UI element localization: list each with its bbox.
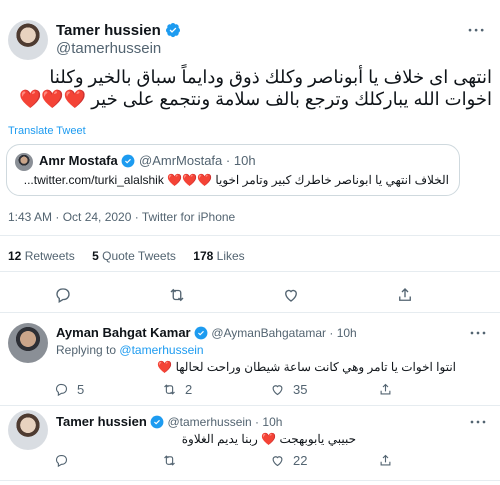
verified-badge-icon — [121, 154, 135, 171]
reply-header: Ayman Bahgat Kamar @AymanBahgatamar · 10… — [56, 325, 357, 343]
reply-time[interactable]: 10h — [262, 415, 282, 429]
tweet-timestamp[interactable]: 1:43 AM · Oct 24, 2020 · Twitter for iPh… — [8, 210, 235, 224]
reply-text: حبيبي يابوبهجت ❤️ ربنا يديم الغلاوة — [181, 432, 356, 446]
share-icon — [396, 286, 414, 304]
more-options-icon[interactable] — [470, 325, 486, 346]
heart-icon — [282, 286, 300, 304]
reply-button[interactable]: 5 — [54, 382, 84, 397]
verified-badge-icon — [150, 415, 164, 432]
like-button[interactable]: 35 — [270, 382, 307, 397]
reply-button[interactable] — [54, 453, 77, 468]
retweet-button[interactable]: 2 — [162, 382, 192, 397]
share-icon — [378, 453, 393, 468]
retweets-label: Retweets — [24, 249, 75, 263]
quoted-avatar — [15, 153, 33, 171]
author-name[interactable]: Tamer hussien — [56, 22, 161, 39]
separator-dot: · — [329, 326, 334, 340]
retweet-icon — [162, 453, 177, 468]
reply-handle[interactable]: @tamerhussein — [167, 415, 251, 429]
retweets-count: 12 — [8, 249, 22, 263]
like-count: 22 — [293, 453, 308, 468]
quoted-text: الخلاف انتهي يا ابوناصر خاطرك كبير وتامر… — [23, 173, 449, 187]
verified-badge-icon — [194, 326, 208, 343]
reply-icon — [54, 453, 69, 468]
separator-dot: · — [225, 153, 231, 168]
quoted-handle: @AmrMostafa — [139, 153, 223, 168]
reply-author-name[interactable]: Tamer hussien — [56, 414, 147, 429]
replying-to: Replying to @tamerhussein — [56, 343, 204, 357]
reply-count: 5 — [77, 382, 85, 397]
tweet-body: انتهى اى خلاف يا أبوناصر وكلك ذوق ودايما… — [49, 67, 492, 109]
reply-author-name[interactable]: Ayman Bahgat Kamar — [56, 325, 191, 340]
retweet-button[interactable] — [168, 286, 186, 304]
tweet-stats: 12 Retweets 5 Quote Tweets 178 Likes — [8, 249, 245, 263]
divider — [0, 271, 500, 272]
heart-icon — [270, 382, 285, 397]
share-icon — [378, 382, 393, 397]
reply-button[interactable] — [54, 286, 72, 304]
reply-icon — [54, 286, 72, 304]
replying-to-label: Replying to — [56, 343, 117, 357]
translate-tweet-link[interactable]: Translate Tweet — [8, 125, 86, 137]
more-options-icon[interactable] — [468, 22, 486, 45]
like-button[interactable]: 22 — [270, 453, 307, 468]
likes-count: 178 — [193, 249, 214, 263]
separator-dot: · — [255, 415, 260, 429]
retweet-count: 2 — [185, 382, 193, 397]
tweet-hearts: ❤️❤️❤️ — [18, 89, 87, 109]
retweet-button[interactable] — [162, 453, 185, 468]
like-button[interactable] — [282, 286, 300, 304]
author-avatar[interactable] — [8, 20, 48, 60]
reply-text: انتوا اخوات يا تامر وهي كانت ساعة شيطان … — [157, 360, 456, 374]
quoted-header: Amr Mostafa @AmrMostafa · 10h — [39, 153, 256, 171]
share-button[interactable] — [378, 453, 393, 468]
retweets-stat[interactable]: 12 Retweets — [8, 249, 78, 263]
share-button[interactable] — [378, 382, 393, 397]
more-options-icon[interactable] — [470, 414, 486, 435]
verified-badge-icon — [165, 22, 181, 43]
divider — [0, 480, 500, 481]
author-handle[interactable]: @tamerhussein — [56, 40, 161, 57]
replying-to-handle[interactable]: @tamerhussein — [119, 343, 203, 357]
divider — [0, 405, 500, 406]
retweet-icon — [168, 286, 186, 304]
tweet-text: انتهى اى خلاف يا أبوناصر وكلك ذوق ودايما… — [6, 66, 492, 110]
heart-icon — [270, 453, 285, 468]
likes-label: Likes — [216, 249, 245, 263]
like-count: 35 — [293, 382, 308, 397]
reply-header: Tamer hussien @tamerhussein · 10h — [56, 414, 282, 432]
share-button[interactable] — [396, 286, 414, 304]
divider — [0, 312, 500, 313]
quoted-time: 10h — [233, 153, 256, 168]
retweet-icon — [162, 382, 177, 397]
reply-time[interactable]: 10h — [337, 326, 357, 340]
reply-avatar[interactable] — [8, 410, 48, 450]
quotes-count: 5 — [92, 249, 99, 263]
reply-icon — [54, 382, 69, 397]
quote-tweets-stat[interactable]: 5 Quote Tweets — [92, 249, 179, 263]
quoted-tweet[interactable]: Amr Mostafa @AmrMostafa · 10h الخلاف انت… — [6, 144, 460, 196]
reply-handle[interactable]: @AymanBahgatamar — [211, 326, 326, 340]
reply-avatar[interactable] — [8, 323, 48, 363]
quotes-label: Quote Tweets — [102, 249, 176, 263]
likes-stat[interactable]: 178 Likes — [193, 249, 244, 263]
quoted-author-name: Amr Mostafa — [39, 153, 118, 168]
divider — [0, 235, 500, 236]
